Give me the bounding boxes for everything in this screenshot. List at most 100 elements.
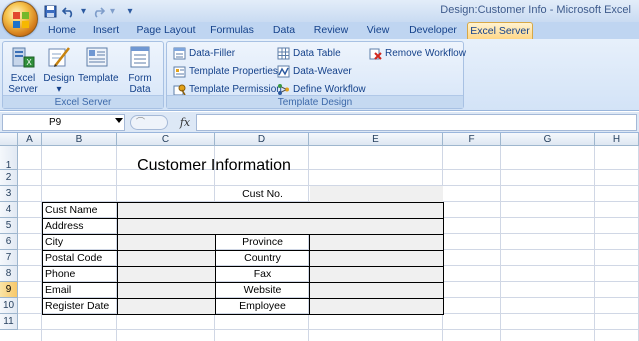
data-filler-button[interactable]: Data-Filler <box>173 45 235 62</box>
tab-developer[interactable]: Developer <box>406 22 460 39</box>
save-icon[interactable] <box>42 3 58 19</box>
register-date-field[interactable] <box>118 298 215 314</box>
tab-insert[interactable]: Insert <box>88 22 124 39</box>
city-field[interactable] <box>118 234 215 250</box>
data-table-button[interactable]: Data Table <box>277 45 341 62</box>
row-header-6[interactable]: 6 <box>0 234 18 250</box>
design-button[interactable]: Design ▾ <box>42 44 76 95</box>
form-border <box>309 234 310 315</box>
data-weaver-button[interactable]: Data-Weaver <box>277 63 352 80</box>
tab-review[interactable]: Review <box>311 22 351 39</box>
label-register-date[interactable]: Register Date <box>45 299 109 314</box>
quick-access-toolbar: ▾ ▾ ▾ <box>42 3 135 19</box>
row-header-5[interactable]: 5 <box>0 218 18 234</box>
formula-input[interactable] <box>196 114 637 131</box>
ribbon-tabs: Home Insert Page Layout Formulas Data Re… <box>0 22 639 39</box>
email-field[interactable] <box>118 282 215 298</box>
label-province[interactable]: Province <box>216 235 309 250</box>
remove-workflow-button[interactable]: Remove Workflow <box>369 45 466 62</box>
tab-data[interactable]: Data <box>270 22 298 39</box>
label-city[interactable]: City <box>45 235 63 250</box>
column-header-f[interactable]: F <box>443 133 501 146</box>
insert-function-button[interactable]: fx <box>176 115 194 130</box>
tab-page-layout[interactable]: Page Layout <box>136 22 196 39</box>
cust-no-field[interactable] <box>310 186 443 202</box>
label-fax[interactable]: Fax <box>216 267 309 282</box>
row-header-10[interactable]: 10 <box>0 298 18 314</box>
grid-hline <box>18 329 639 330</box>
excel-server-icon: X <box>12 47 35 68</box>
address-field[interactable] <box>118 218 443 234</box>
row-header-2[interactable]: 2 <box>0 170 18 186</box>
employee-field[interactable] <box>310 298 443 314</box>
grid-vline <box>500 146 501 341</box>
excel-server-group-label: Excel Server <box>3 95 163 108</box>
phone-field[interactable] <box>118 266 215 282</box>
column-header-h[interactable]: H <box>595 133 639 146</box>
label-email[interactable]: Email <box>45 283 71 298</box>
grid-hline <box>18 169 639 170</box>
template-properties-button[interactable]: Template Properties <box>173 63 278 80</box>
row-header-9[interactable]: 9 <box>0 282 18 298</box>
office-button[interactable] <box>2 1 38 37</box>
website-field[interactable] <box>310 282 443 298</box>
worksheet-grid[interactable]: ABCDEFGHI 1234567891011 Customer Informa… <box>0 133 639 341</box>
label-phone[interactable]: Phone <box>45 267 75 282</box>
form-data-icon <box>130 46 150 68</box>
label-cust-no[interactable]: Cust No. <box>216 187 309 202</box>
label-postal-code[interactable]: Postal Code <box>45 251 102 266</box>
excel-server-button[interactable]: X Excel Server ▾ <box>6 44 40 106</box>
label-address[interactable]: Address <box>45 219 84 234</box>
row-header-7[interactable]: 7 <box>0 250 18 266</box>
template-properties-label: Template Properties <box>189 66 278 77</box>
tab-home[interactable]: Home <box>42 22 82 39</box>
name-box[interactable]: P9 <box>2 114 125 131</box>
redo-icon[interactable] <box>90 3 106 19</box>
label-cust-name[interactable]: Cust Name <box>45 203 98 218</box>
cust-name-field[interactable] <box>118 202 443 218</box>
tab-view[interactable]: View <box>363 22 393 39</box>
column-header-a[interactable]: A <box>18 133 42 146</box>
data-weaver-label: Data-Weaver <box>293 66 352 77</box>
sheet-title[interactable]: Customer Information <box>118 157 310 175</box>
formula-bar-divider[interactable]: ⌒ <box>130 115 168 130</box>
template-button[interactable]: Template <box>78 44 119 94</box>
label-country[interactable]: Country <box>216 251 309 266</box>
name-box-dropdown-icon[interactable] <box>115 118 123 123</box>
label-employee[interactable]: Employee <box>216 299 309 314</box>
postal-code-field[interactable] <box>118 250 215 266</box>
form-border <box>42 314 444 315</box>
form-data-button[interactable]: Form Data ▾ <box>117 44 163 106</box>
office-logo-icon <box>13 12 29 28</box>
country-field[interactable] <box>310 250 443 266</box>
remove-workflow-label: Remove Workflow <box>385 48 466 59</box>
form-data-label: Form Data <box>128 73 152 95</box>
row-header-3[interactable]: 3 <box>0 186 18 202</box>
row-header-8[interactable]: 8 <box>0 266 18 282</box>
column-header-g[interactable]: G <box>501 133 595 146</box>
template-design-group-label: Template Design <box>167 95 463 108</box>
undo-icon[interactable] <box>61 3 77 19</box>
column-header-d[interactable]: D <box>215 133 309 146</box>
column-header-c[interactable]: C <box>117 133 215 146</box>
redo-dropdown-icon[interactable]: ▾ <box>109 3 116 19</box>
row-header-1[interactable]: 1 <box>0 146 18 171</box>
column-header-e[interactable]: E <box>309 133 443 146</box>
column-header-b[interactable]: B <box>42 133 117 146</box>
row-header-11[interactable]: 11 <box>0 314 18 330</box>
design-label-2: ▾ <box>56 84 62 95</box>
tab-formulas[interactable]: Formulas <box>208 22 256 39</box>
svg-text:X: X <box>26 58 32 67</box>
select-all-corner[interactable] <box>0 133 18 146</box>
customize-icon[interactable]: ▾ <box>125 3 135 19</box>
fax-field[interactable] <box>310 266 443 282</box>
label-website[interactable]: Website <box>216 283 309 298</box>
tab-excel-server[interactable]: Excel Server <box>467 22 533 39</box>
form-border <box>117 202 118 315</box>
excel-server-label: Excel <box>10 73 36 84</box>
form-border <box>42 202 43 315</box>
undo-dropdown-icon[interactable]: ▾ <box>80 3 87 19</box>
province-field[interactable] <box>310 234 443 250</box>
row-header-4[interactable]: 4 <box>0 202 18 218</box>
design-label: Design <box>43 73 75 84</box>
